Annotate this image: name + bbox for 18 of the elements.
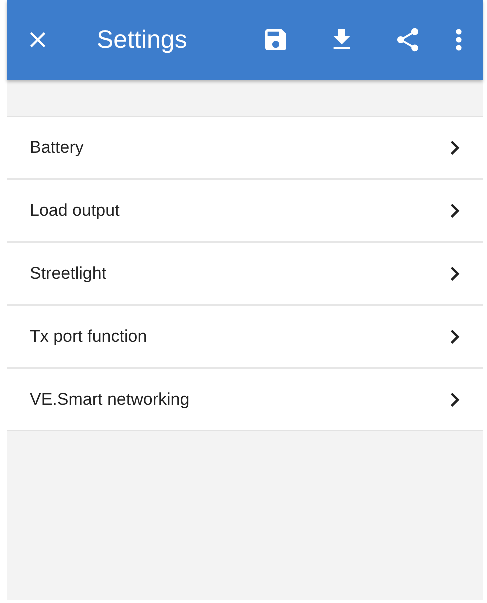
item-label: Tx port function — [30, 326, 148, 346]
item-label: Battery — [30, 138, 84, 158]
page-title: Settings — [97, 26, 188, 54]
settings-item[interactable]: Streetlight — [7, 243, 483, 306]
item-label: Load output — [30, 200, 120, 220]
settings-item[interactable]: Battery — [7, 117, 483, 180]
chevron-icon — [450, 140, 460, 156]
chevron-icon — [450, 328, 460, 344]
item-label: Streetlight — [30, 264, 107, 284]
chevron-icon — [450, 202, 460, 218]
more-button[interactable] — [456, 29, 462, 51]
settings-item[interactable]: Load output — [7, 180, 483, 243]
item-label: VE.Smart networking — [30, 390, 190, 410]
more-icon — [456, 29, 462, 51]
chevron-icon — [450, 392, 460, 408]
chevron-icon — [450, 266, 460, 282]
settings-item[interactable]: VE.Smart networking — [7, 369, 483, 430]
settings-item[interactable]: Tx port function — [7, 306, 483, 369]
